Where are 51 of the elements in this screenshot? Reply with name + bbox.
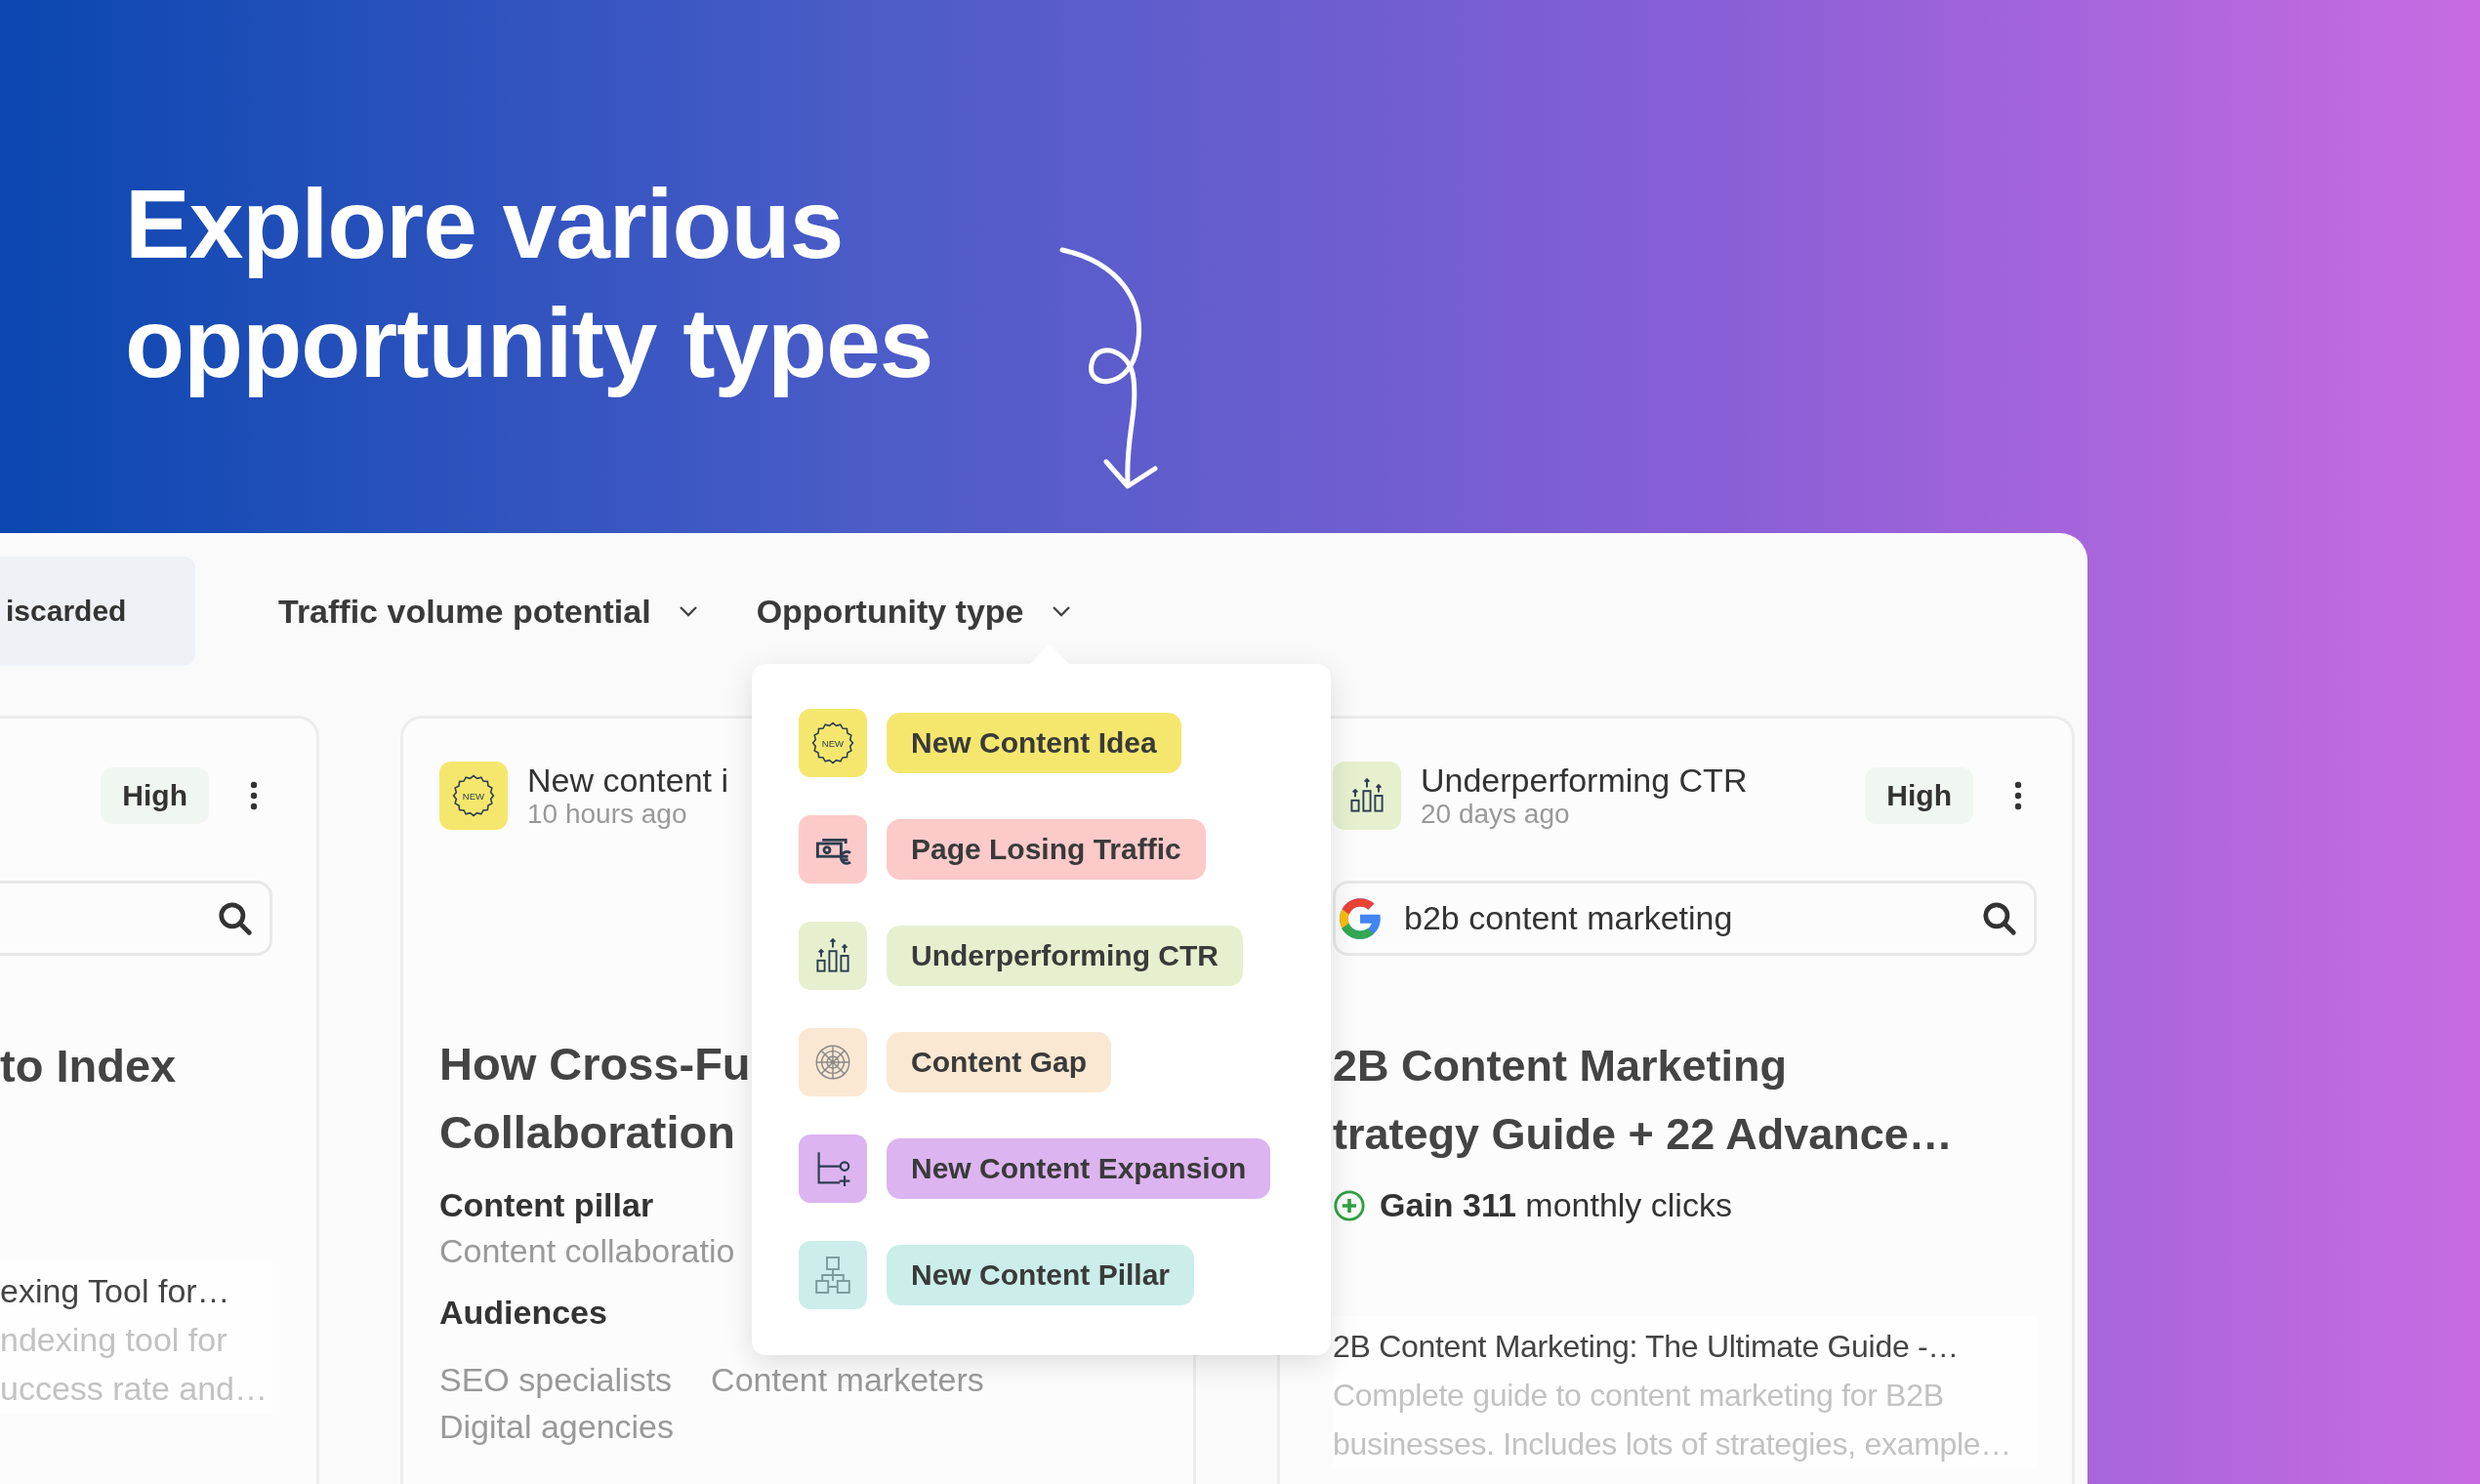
type-option[interactable]: Underperforming CTR (887, 926, 1243, 986)
opportunity-type: Underperforming CTR (1421, 762, 1748, 799)
type-option[interactable]: New Content Expansion (887, 1138, 1271, 1199)
timestamp: 10 hours ago (527, 799, 688, 830)
audience-tag: Digital agencies (439, 1403, 675, 1450)
keyword-text: b2b content marketing (1404, 899, 1733, 937)
search-icon[interactable] (1981, 899, 2018, 937)
headline: Explore various opportunity types (125, 168, 934, 399)
snippet-title: 2B Content Marketing: The Ultimate Guide -… (1333, 1328, 1961, 1366)
card-title: Collaboration (439, 1105, 735, 1160)
priority-badge: High (1865, 767, 1973, 824)
type-option[interactable]: New Content Pillar (887, 1245, 1195, 1305)
starburst-icon: NEW (809, 720, 856, 766)
type-icon-tile[interactable]: NEW (799, 709, 867, 777)
type-icon-tile[interactable] (799, 1134, 867, 1203)
card-title: 2B Content Marketing (1333, 1040, 1788, 1092)
section-label: Audiences (439, 1293, 608, 1333)
more-icon[interactable] (2014, 781, 2022, 810)
card-title: trategy Guide + 22 Advance… (1333, 1108, 1953, 1161)
plus-circle-icon (1333, 1188, 1366, 1222)
type-icon-tile[interactable] (799, 1028, 867, 1096)
chevron-down-icon (1051, 605, 1071, 617)
filter-dropdown[interactable]: Opportunity type (756, 592, 1071, 631)
status-tab[interactable]: iscarded (0, 556, 195, 666)
timestamp: 20 days ago (1421, 799, 1571, 830)
type-option[interactable]: New Content Idea (887, 713, 1181, 773)
opportunity-type: New content i (527, 762, 728, 799)
card-title: to Index (0, 1039, 177, 1093)
type-icon-tile[interactable] (799, 1241, 867, 1309)
search-icon[interactable] (217, 899, 254, 937)
search-field[interactable] (0, 881, 272, 956)
priority-badge: High (101, 767, 209, 824)
section-label: Content pillar (439, 1185, 655, 1225)
card-title: How Cross-Fu (439, 1037, 751, 1092)
starburst-icon: NEW (450, 772, 497, 819)
snippet-text: Complete guide to content marketing for B2B (1333, 1377, 1945, 1415)
snippet-title: exing Tool for… (0, 1271, 231, 1311)
search-field[interactable]: b2b content marketing (1333, 881, 2037, 956)
more-icon[interactable] (250, 781, 258, 810)
filter-dropdown[interactable]: Traffic volume potential (278, 592, 698, 631)
chevron-down-icon (678, 605, 698, 617)
type-option[interactable]: Content Gap (887, 1032, 1111, 1092)
type-icon-tile[interactable] (799, 815, 867, 884)
type-icon-tile[interactable] (799, 922, 867, 990)
snippet-text: businesses. Includes lots of strategies, example… (1333, 1425, 2012, 1463)
snippet-text: ndexing tool for (0, 1320, 228, 1360)
audience-tag: Content marketers (711, 1356, 984, 1403)
snippet-text: uccess rate and… (0, 1369, 269, 1409)
type-option[interactable]: Page Losing Traffic (887, 819, 1206, 880)
audience-tag: SEO specialists (439, 1356, 673, 1403)
gain-text: Gain 311 monthly clicks (1380, 1186, 1732, 1224)
